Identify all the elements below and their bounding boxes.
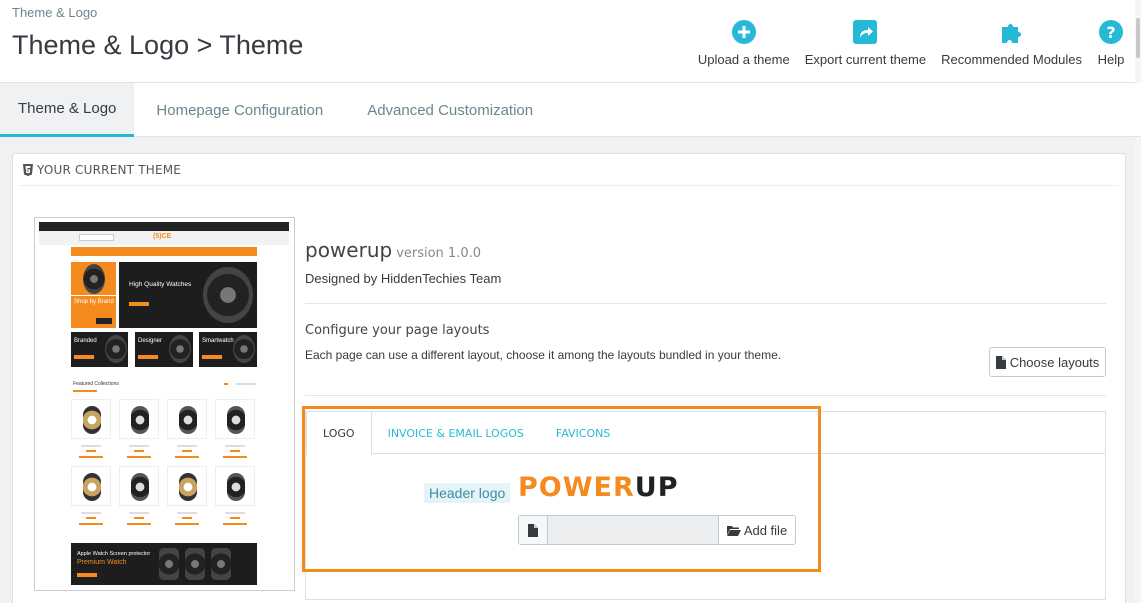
preview-featured-title: Featured Collections [73,381,119,387]
export-icon [851,18,879,46]
export-theme-label: Export current theme [804,52,927,67]
page-header: Theme & Logo Theme & Logo > Theme Upload… [0,0,1141,83]
add-file-label: Add file [743,522,788,538]
tab-invoice-email-logos[interactable]: INVOICE & EMAIL LOGOS [372,412,540,454]
breadcrumb[interactable]: Theme & Logo [12,5,97,20]
add-file-button[interactable]: Add file [718,516,795,544]
page-title: Theme & Logo > Theme [12,30,304,60]
header-logo-image: POWERUP [518,472,679,503]
recommended-modules-label: Recommended Modules [941,52,1082,67]
preview-hero-text: High Quality Watches [129,281,192,288]
divider [305,395,1106,396]
preview-card-smartwatch: Smartwatch [202,338,234,344]
panel-heading-text: YOUR CURRENT THEME [37,162,182,177]
tab-advanced-customization[interactable]: Advanced Customization [345,83,555,137]
file-icon [995,355,1006,369]
help-button[interactable]: ? Help [1097,18,1125,67]
choose-layouts-button[interactable]: Choose layouts [989,347,1106,377]
logo-settings-box: LOGO INVOICE & EMAIL LOGOS FAVICONS Head… [305,411,1106,600]
preview-shop-by-brand: Shop by Brand [74,299,114,305]
upload-theme-button[interactable]: Upload a theme [698,18,790,67]
preview-card-branded: Branded [74,338,97,344]
choose-layouts-label: Choose layouts [1009,354,1100,370]
logo-tabs: LOGO INVOICE & EMAIL LOGOS FAVICONS [306,412,1105,455]
tab-homepage-configuration[interactable]: Homepage Configuration [134,83,345,137]
theme-author: Designed by HiddenTechies Team [305,271,502,286]
upload-theme-label: Upload a theme [697,52,790,67]
theme-name-text: powerup [305,238,393,262]
preview-banner-line2: Premium Watch [77,559,127,566]
layouts-title: Configure your page layouts [305,323,490,338]
html5-icon [23,163,33,176]
divider [305,303,1106,304]
main-tabs: Theme & Logo Homepage Configuration Adva… [0,83,1141,137]
current-theme-panel: YOUR CURRENT THEME (5)CE Shop by Brand H… [12,153,1126,603]
file-icon [519,516,548,544]
plus-circle-icon [730,18,758,46]
toolbar: Upload a theme Export current theme Reco… [683,18,1125,67]
help-icon: ? [1097,18,1125,46]
recommended-modules-button[interactable]: Recommended Modules [941,18,1082,67]
tab-logo[interactable]: LOGO [306,412,372,455]
tab-theme-logo[interactable]: Theme & Logo [0,83,135,137]
export-theme-button[interactable]: Export current theme [805,18,926,67]
layouts-description: Each page can use a different layout, ch… [305,348,782,362]
header-logo-label: Header logo [424,483,511,503]
tab-favicons[interactable]: FAVICONS [540,412,626,454]
puzzle-icon [998,18,1026,46]
theme-preview-image: (5)CE Shop by Brand High Quality Watches… [34,217,295,591]
preview-banner-line1: Apple Watch Screen protector [77,551,151,557]
help-label: Help [1097,52,1125,67]
preview-card-designer: Designer [138,338,163,344]
folder-open-icon [726,525,741,536]
theme-version: version 1.0.0 [396,246,482,261]
file-upload-field: Add file [518,515,796,545]
theme-name: powerup version 1.0.0 [305,238,481,262]
file-name-input[interactable] [548,516,718,544]
scrollbar-thumb[interactable] [1136,18,1140,58]
panel-heading: YOUR CURRENT THEME [19,154,1119,186]
svg-text:?: ? [1106,23,1115,42]
